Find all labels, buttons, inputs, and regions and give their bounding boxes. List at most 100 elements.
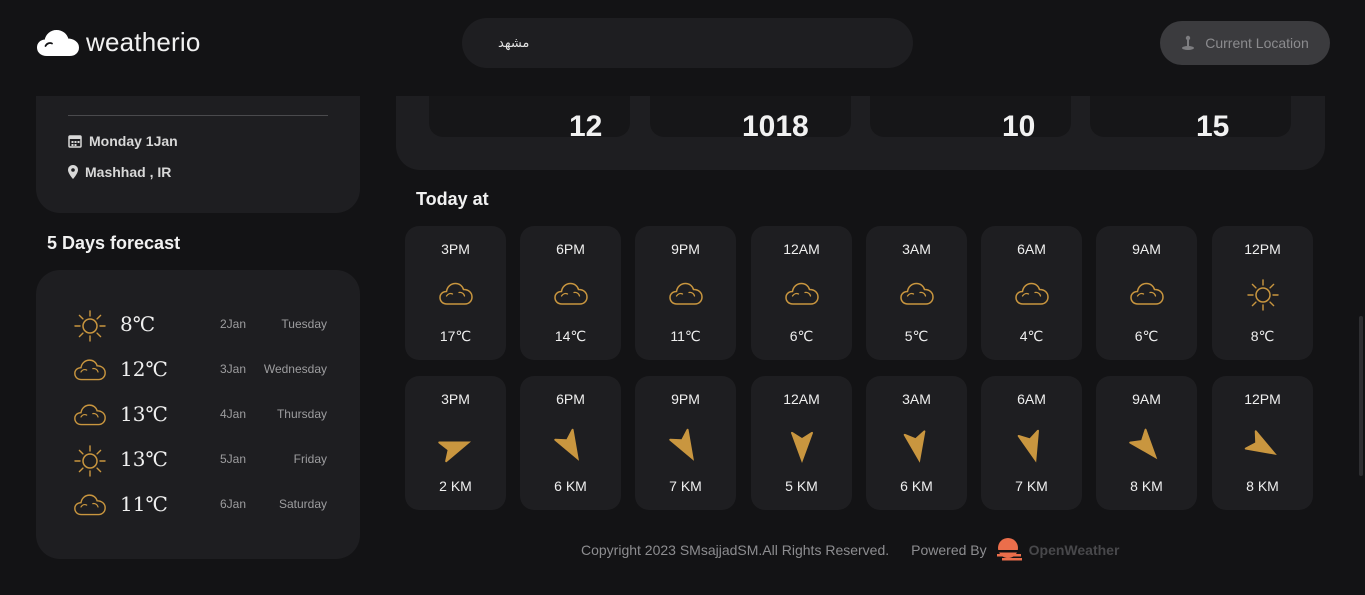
navigation-arrow-icon <box>1244 428 1282 471</box>
hour-label: 3PM <box>441 241 470 257</box>
hourly-temp-card: 9AM 6℃ <box>1096 226 1197 360</box>
hourly-temp-card: 6PM 14℃ <box>520 226 621 360</box>
forecast-day: Tuesday <box>281 317 327 331</box>
hourly-temp-card: 12PM 8℃ <box>1212 226 1313 360</box>
navigation-arrow-icon <box>898 428 936 471</box>
hour-label: 12AM <box>783 391 820 407</box>
powered-by-text: Powered By <box>911 542 987 558</box>
map-pin-icon <box>68 165 78 179</box>
cloud-logo-icon <box>36 29 80 56</box>
cloud-icon <box>437 278 475 317</box>
calendar-icon <box>68 135 82 148</box>
forecast-temp: 13℃ <box>120 402 168 426</box>
current-location-label: Current Location <box>1205 35 1309 51</box>
current-location-button[interactable]: Current Location <box>1160 21 1330 65</box>
hour-temp: 6℃ <box>789 328 814 344</box>
divider <box>68 115 328 116</box>
hour-temp: 8℃ <box>1250 328 1275 344</box>
forecast-day: Friday <box>293 452 327 466</box>
forecast-temp: 12℃ <box>120 357 168 381</box>
forecast-temp: 8℃ <box>120 312 156 336</box>
navigation-arrow-icon <box>437 428 475 471</box>
forecast-temp: 11℃ <box>120 492 168 516</box>
hour-label: 3AM <box>902 391 931 407</box>
humidity-value: 12 <box>569 110 603 137</box>
logo[interactable]: weatherio <box>36 27 201 58</box>
hourly-temp-card: 3PM 17℃ <box>405 226 506 360</box>
hour-label: 9PM <box>671 391 700 407</box>
hourly-temp-card: 12AM 6℃ <box>751 226 852 360</box>
hour-temp: 4℃ <box>1019 328 1044 344</box>
cloud-icon <box>552 278 590 317</box>
feels-like-value: 15 <box>1196 110 1230 137</box>
hourly-wind-card: 9PM 7 KM <box>635 376 736 510</box>
hourly-wind-card: 3PM 2 KM <box>405 376 506 510</box>
openweather-brand[interactable]: OpenWeather <box>1029 542 1120 558</box>
hour-temp: 17℃ <box>439 328 472 344</box>
cloud-icon <box>72 353 108 394</box>
forecast-row: 13℃ 4Jan Thursday <box>36 396 360 436</box>
hour-temp: 5℃ <box>904 328 929 344</box>
cloud-icon <box>667 278 705 317</box>
search-value: مشهد <box>498 35 530 50</box>
wind-speed: 6 KM <box>900 478 933 494</box>
hour-label: 3AM <box>902 241 931 257</box>
copyright-text: Copyright 2023 SMsajjadSM.All Rights Res… <box>581 542 890 558</box>
sun-icon <box>1244 278 1282 317</box>
forecast-row: 8℃ 2Jan Tuesday <box>36 306 360 346</box>
forecast-day: Wednesday <box>263 362 327 376</box>
navigation-arrow-icon <box>667 428 705 471</box>
wind-speed: 8 KM <box>1246 478 1279 494</box>
hourly-temp-card: 6AM 4℃ <box>981 226 1082 360</box>
pressure-value: 1018 <box>742 110 809 137</box>
visibility-value: 10 <box>1002 110 1036 137</box>
forecast-card: 8℃ 2Jan Tuesday 12℃ 3Jan Wednesday 13℃ 4… <box>36 270 360 559</box>
wind-speed: 6 KM <box>554 478 587 494</box>
hour-label: 12PM <box>1244 391 1281 407</box>
hourly-temp-card: 9PM 11℃ <box>635 226 736 360</box>
cloud-icon <box>783 278 821 317</box>
hour-label: 9PM <box>671 241 700 257</box>
wind-speed: 5 KM <box>785 478 818 494</box>
hourly-wind-card: 6AM 7 KM <box>981 376 1082 510</box>
wind-speed: 7 KM <box>1015 478 1048 494</box>
navigation-arrow-icon <box>1013 428 1051 471</box>
forecast-temp: 13℃ <box>120 447 168 471</box>
hourly-wind-card: 12AM 5 KM <box>751 376 852 510</box>
hourly-wind-card: 6PM 6 KM <box>520 376 621 510</box>
location-row: Mashhad , IR <box>68 164 171 180</box>
cloud-icon <box>1013 278 1051 317</box>
cloud-icon <box>898 278 936 317</box>
forecast-day: Saturday <box>278 497 327 511</box>
forecast-day: Thursday <box>276 407 327 421</box>
cloud-icon <box>72 488 108 529</box>
hour-temp: 11℃ <box>670 328 701 344</box>
hour-label: 6PM <box>556 391 585 407</box>
hourly-wind-card: 12PM 8 KM <box>1212 376 1313 510</box>
openweather-logo-icon <box>993 538 1024 561</box>
hour-label: 12AM <box>783 241 820 257</box>
hour-label: 9AM <box>1132 241 1161 257</box>
navigation-arrow-icon <box>783 428 821 471</box>
hour-label: 9AM <box>1132 391 1161 407</box>
hour-label: 6AM <box>1017 391 1046 407</box>
current-location: Mashhad , IR <box>85 164 172 180</box>
forecast-title: 5 Days forecast <box>47 233 181 253</box>
header: weatherio مشهد Current Location <box>0 0 1365 96</box>
scrollbar[interactable] <box>1359 316 1363 476</box>
current-date: Monday 1Jan <box>89 133 178 149</box>
hour-label: 3PM <box>441 391 470 407</box>
wind-speed: 8 KM <box>1130 478 1163 494</box>
location-icon <box>1182 35 1195 50</box>
navigation-arrow-icon <box>552 428 590 471</box>
search-input[interactable]: مشهد <box>462 18 913 68</box>
today-at-title: Today at <box>416 189 489 209</box>
forecast-row: 11℃ 6Jan Saturday <box>36 486 360 526</box>
hour-label: 12PM <box>1244 241 1281 257</box>
hour-temp: 6℃ <box>1134 328 1159 344</box>
cloud-icon <box>1128 278 1166 317</box>
sun-icon <box>72 308 108 349</box>
forecast-row: 13℃ 5Jan Friday <box>36 441 360 481</box>
hourly-wind-card: 9AM 8 KM <box>1096 376 1197 510</box>
wind-speed: 7 KM <box>669 478 702 494</box>
